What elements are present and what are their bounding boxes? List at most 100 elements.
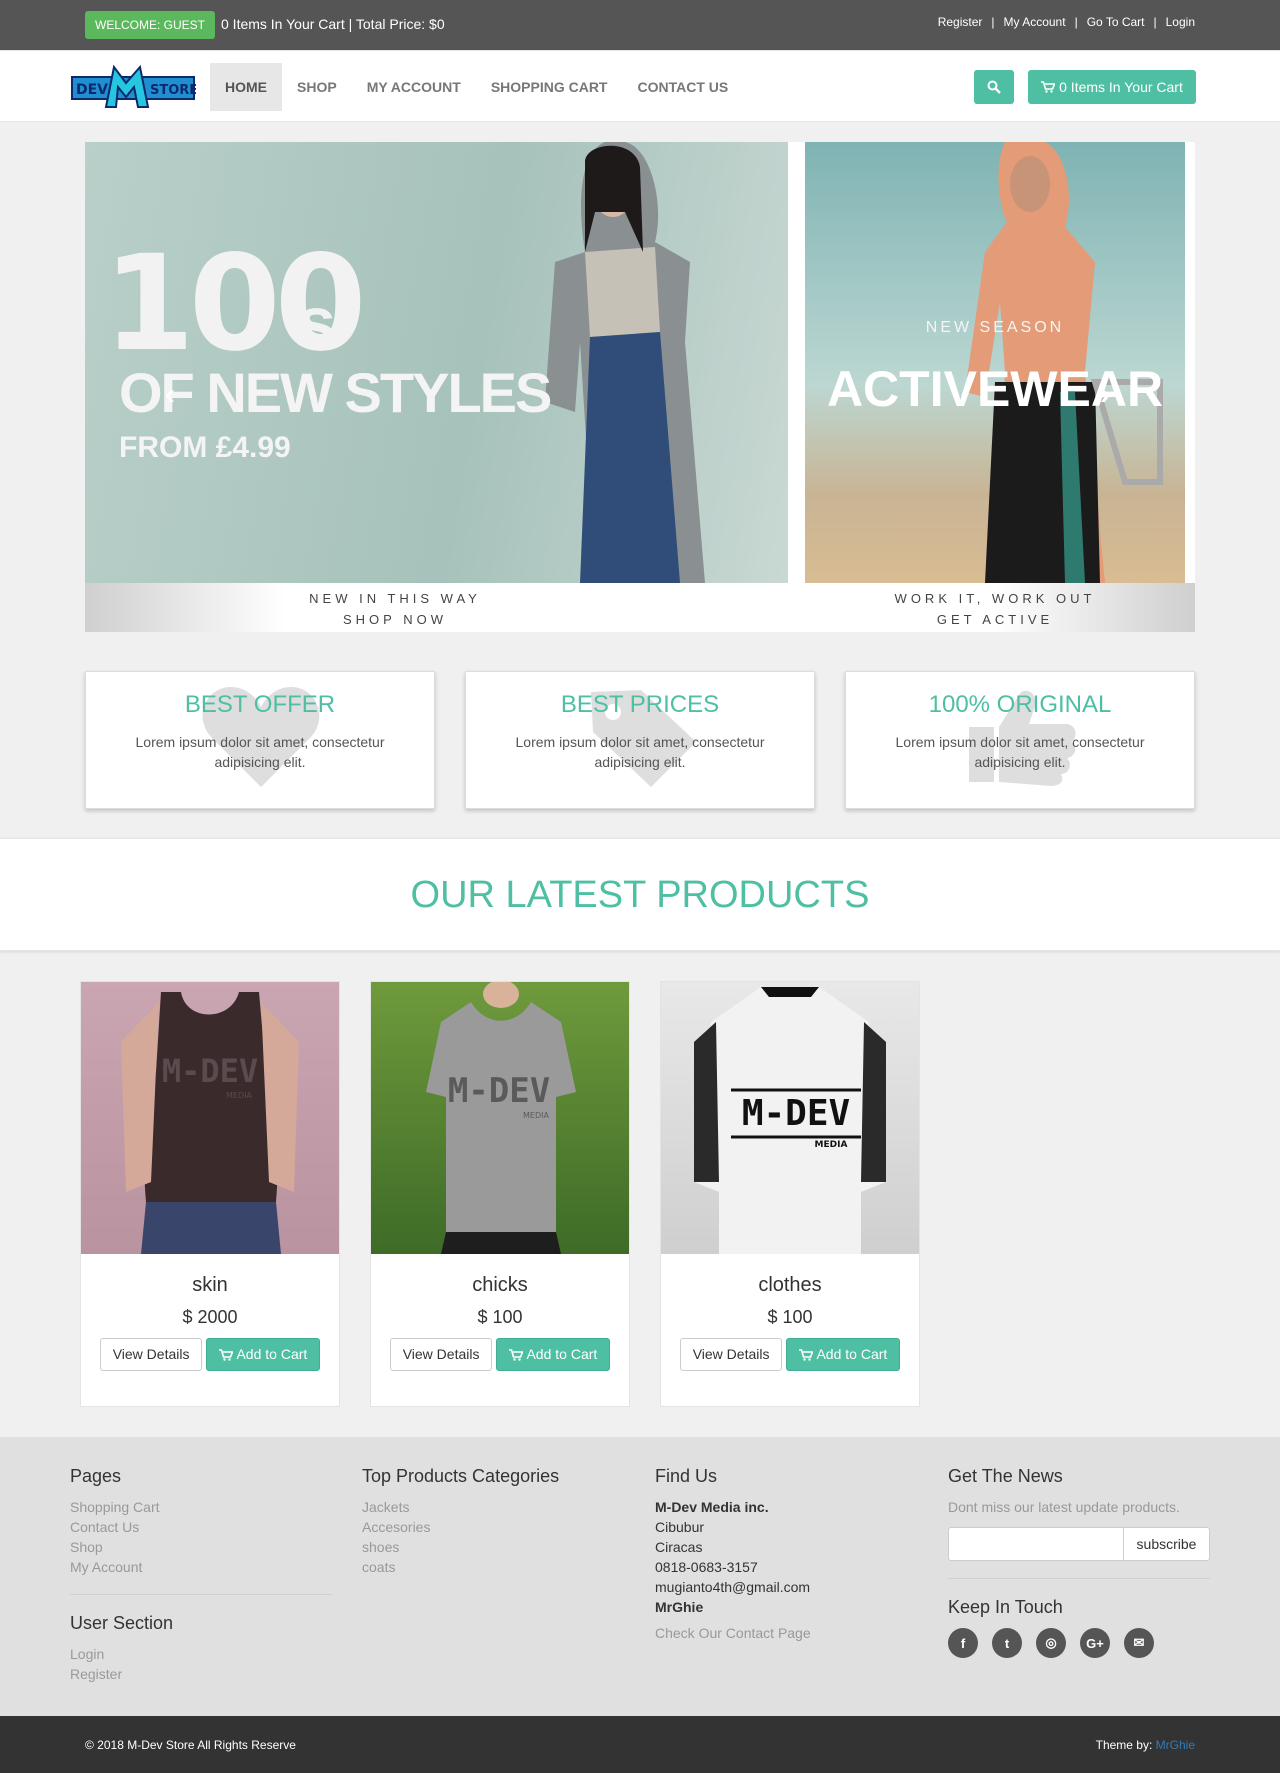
hero-big-suffix: s <box>297 283 336 361</box>
nav-shopping-cart[interactable]: Shopping Cart <box>476 63 623 111</box>
divider <box>70 1594 332 1595</box>
footer-link-login[interactable]: Login <box>70 1644 332 1664</box>
product-name: chicks <box>472 1274 528 1296</box>
view-details-button[interactable]: View Details <box>389 1338 493 1371</box>
add-to-cart-button[interactable]: Add to Cart <box>786 1338 901 1371</box>
nav-contact-us[interactable]: Contact Us <box>623 63 744 111</box>
copyright: © 2018 M-Dev Store All Rights Reserve <box>85 1738 296 1752</box>
contact-person: MrGhie <box>655 1599 704 1615</box>
carousel-next-icon[interactable]: › <box>1100 378 1110 412</box>
feature-best-prices: BEST PRICES Lorem ipsum dolor sit amet, … <box>465 671 815 809</box>
svg-text:DEV: DEV <box>76 82 108 98</box>
hero-caption-left[interactable]: NEW IN THIS WAY SHOP NOW <box>85 588 705 630</box>
footer-link-accesories[interactable]: Accesories <box>362 1517 624 1537</box>
footer-link-shopping-cart[interactable]: Shopping Cart <box>70 1497 332 1517</box>
main-navbar: DEV STORE Home Shop My Account Shopping … <box>0 50 1280 122</box>
instagram-icon[interactable]: ◎ <box>1036 1628 1066 1658</box>
nav-my-account[interactable]: My Account <box>352 63 476 111</box>
nav-home[interactable]: Home <box>210 63 282 111</box>
google-plus-icon[interactable]: G+ <box>1080 1628 1110 1658</box>
caption-line: NEW IN THIS WAY <box>309 591 481 606</box>
product-name: clothes <box>758 1274 822 1296</box>
product-card: M-DEV MEDIA chicks $ 100 View Details Ad… <box>370 981 630 1407</box>
footer-heading: Top Products Categories <box>362 1466 560 1486</box>
footer-link-shoes[interactable]: shoes <box>362 1537 624 1557</box>
hero-price: FROM £4.99 <box>119 431 291 464</box>
hero-slide-new-styles[interactable]: 100 s OF NEW STYLES FROM £4.99 <box>85 142 788 583</box>
svg-text:M-DEV: M-DEV <box>448 1071 550 1111</box>
feature-original: 100% ORIGINAL Lorem ipsum dolor sit amet… <box>845 671 1195 809</box>
social-links: f t ◎ G+ ✉ <box>948 1628 1210 1658</box>
cart-summary: 0 Items In Your Cart | Total Price: $0 <box>221 16 445 32</box>
company-name: M-Dev Media inc. <box>655 1499 769 1515</box>
feature-title: 100% ORIGINAL <box>928 691 1112 718</box>
shopping-cart-icon <box>219 1348 234 1361</box>
nav-shop[interactable]: Shop <box>282 63 352 111</box>
primary-nav: Home Shop My Account Shopping Cart Conta… <box>210 63 743 111</box>
hero-headline: OF NEW STYLES <box>119 361 552 424</box>
add-to-cart-label: Add to Cart <box>526 1346 598 1362</box>
svg-text:MEDIA: MEDIA <box>226 1091 252 1100</box>
footer-link-register[interactable]: Register <box>70 1664 332 1684</box>
footer-link-contact-us[interactable]: Contact Us <box>70 1517 332 1537</box>
theme-credit: Theme by: MrGhie <box>1096 1738 1195 1752</box>
caption-line: GET ACTIVE <box>936 612 1054 627</box>
theme-credit-label: Theme by: <box>1095 1738 1156 1752</box>
login-link[interactable]: Login <box>1166 15 1195 29</box>
address-line: Cibubur <box>655 1519 705 1535</box>
view-details-button[interactable]: View Details <box>679 1338 783 1371</box>
footer-heading: Keep In Touch <box>948 1597 1063 1617</box>
carousel-prev-icon[interactable]: ‹ <box>165 378 175 412</box>
product-price: $ 100 <box>767 1307 813 1327</box>
feature-title: BEST PRICES <box>560 691 720 718</box>
feature-best-offer: BEST OFFER Lorem ipsum dolor sit amet, c… <box>85 671 435 809</box>
svg-text:MEDIA: MEDIA <box>815 1140 848 1150</box>
bottom-bar: © 2018 M-Dev Store All Rights Reserve Th… <box>0 1716 1280 1773</box>
feature-title: BEST OFFER <box>184 691 336 718</box>
facebook-icon[interactable]: f <box>948 1628 978 1658</box>
product-card: M-DEV MEDIA clothes $ 100 View Details A… <box>660 981 920 1407</box>
register-link[interactable]: Register <box>938 15 983 29</box>
add-to-cart-button[interactable]: Add to Cart <box>496 1338 611 1371</box>
product-image[interactable]: M-DEV MEDIA <box>661 982 919 1254</box>
footer-find-us-column: Find Us M-Dev Media inc. Cibubur Ciracas… <box>655 1466 917 1643</box>
go-to-cart-link[interactable]: Go To Cart <box>1087 15 1145 29</box>
cart-button[interactable]: 0 Items In Your Cart <box>1028 70 1196 104</box>
hero-carousel: 100 s OF NEW STYLES FROM £4.99 NEW SEASO… <box>85 142 1195 632</box>
twitter-icon[interactable]: t <box>992 1628 1022 1658</box>
email-subscribe-input[interactable] <box>948 1527 1124 1561</box>
email-address: mugianto4th@gmail.com <box>655 1579 811 1595</box>
my-account-link[interactable]: My Account <box>1004 15 1066 29</box>
hero-caption-right[interactable]: WORK IT, WORK OUT GET ACTIVE <box>805 588 1185 630</box>
shopping-cart-icon <box>799 1348 814 1361</box>
add-to-cart-label: Add to Cart <box>816 1346 888 1362</box>
product-image[interactable]: M-DEV MEDIA <box>371 982 629 1254</box>
product-image[interactable]: M-DEV MEDIA <box>81 982 339 1254</box>
welcome-badge: Welcome: Guest <box>85 11 216 39</box>
feature-text: Lorem ipsum dolor sit amet, consectetur … <box>895 734 1145 770</box>
contact-page-link[interactable]: Check Our Contact Page <box>655 1623 917 1643</box>
svg-text:MEDIA: MEDIA <box>523 1111 549 1120</box>
product-name: skin <box>192 1274 228 1296</box>
subscribe-button[interactable]: subscribe <box>1124 1527 1210 1561</box>
newsletter-text: Dont miss our latest update products. <box>948 1499 1180 1515</box>
footer-link-my-account[interactable]: My Account <box>70 1557 332 1577</box>
top-bar: Welcome: Guest 0 Items In Your Cart | To… <box>0 0 1280 50</box>
dev-store-logo[interactable]: DEV STORE <box>70 61 196 113</box>
add-to-cart-button[interactable]: Add to Cart <box>206 1338 321 1371</box>
envelope-icon[interactable]: ✉ <box>1124 1628 1154 1658</box>
address-line: Ciracas <box>655 1539 703 1555</box>
svg-text:M-DEV: M-DEV <box>162 1052 258 1090</box>
footer-link-shop[interactable]: Shop <box>70 1537 332 1557</box>
tank-top-image: M-DEV MEDIA <box>121 992 299 1254</box>
hero-slide-activewear[interactable]: NEW SEASON ACTIVEWEAR <box>805 142 1185 583</box>
view-details-button[interactable]: View Details <box>99 1338 203 1371</box>
search-button[interactable] <box>974 70 1014 104</box>
footer-link-jackets[interactable]: Jackets <box>362 1497 624 1517</box>
footer-link-coats[interactable]: coats <box>362 1557 624 1577</box>
svg-text:STORE: STORE <box>150 83 196 98</box>
footer-heading: Pages <box>70 1466 122 1486</box>
shopping-cart-icon <box>1041 81 1056 93</box>
theme-author-link[interactable]: MrGhie <box>1156 1738 1195 1752</box>
feature-text: Lorem ipsum dolor sit amet, consectetur … <box>515 734 765 770</box>
